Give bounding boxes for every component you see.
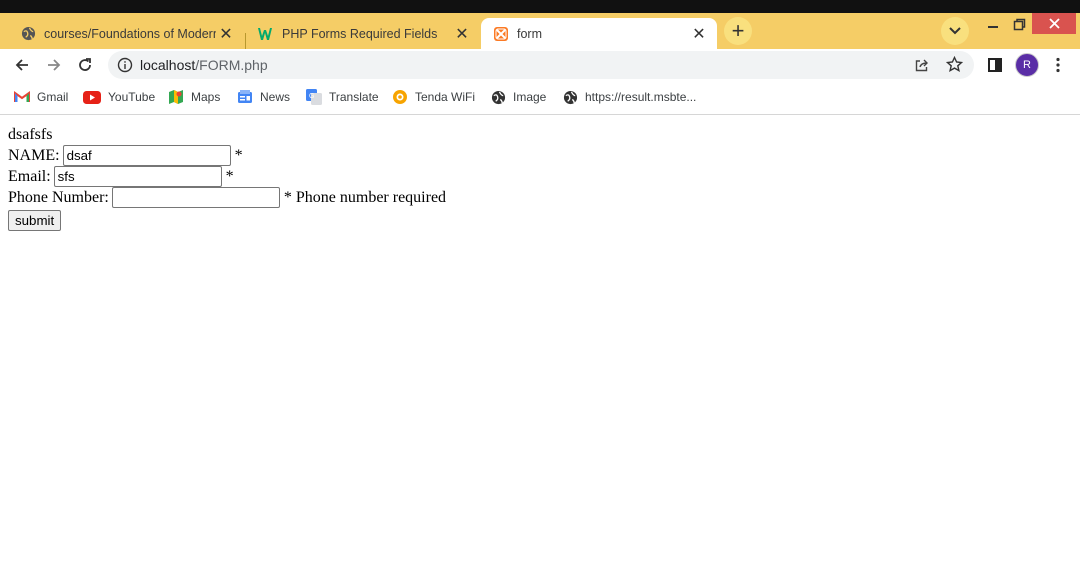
bookmark-tenda-wifi[interactable]: Tenda WiFi xyxy=(392,88,475,106)
forward-button[interactable] xyxy=(42,53,66,77)
os-top-bar xyxy=(0,0,1080,13)
tab-label: courses/Foundations of Modern Web xyxy=(44,26,216,41)
share-icon[interactable] xyxy=(914,57,930,78)
bookmark-label: Image xyxy=(513,90,547,104)
close-icon xyxy=(1048,18,1060,29)
tenda-icon xyxy=(392,89,408,105)
bookmark-label: Tenda WiFi xyxy=(415,90,476,104)
tab-search-button[interactable] xyxy=(941,17,969,45)
chevron-down-icon xyxy=(949,27,961,35)
tab-courses[interactable]: courses/Foundations of Modern Web ✕ xyxy=(8,18,244,49)
url-text: localhost/FORM.php xyxy=(140,57,268,73)
phone-input[interactable] xyxy=(111,187,280,208)
name-required-marker: * xyxy=(234,147,243,164)
bookmark-youtube[interactable]: YouTube xyxy=(83,88,155,106)
tab-strip: courses/Foundations of Modern Web ✕ PHP … xyxy=(0,13,1080,53)
youtube-icon xyxy=(83,89,101,105)
phone-row: Phone Number: * Phone number required xyxy=(8,187,446,208)
bookmark-news[interactable]: News xyxy=(237,88,290,106)
close-icon[interactable]: ✕ xyxy=(216,24,236,44)
reload-button[interactable] xyxy=(73,53,97,77)
back-button[interactable] xyxy=(10,53,34,77)
xampp-icon xyxy=(493,26,509,42)
star-icon[interactable] xyxy=(945,55,964,78)
news-icon xyxy=(237,89,253,105)
globe-icon xyxy=(562,89,578,105)
maps-icon xyxy=(168,89,184,105)
side-panel-button[interactable] xyxy=(983,53,1007,77)
profile-button[interactable]: R xyxy=(1015,53,1039,77)
bookmark-label: YouTube xyxy=(108,90,156,104)
name-input[interactable] xyxy=(62,145,231,166)
bookmark-translate[interactable]: G Translate xyxy=(306,88,379,106)
tab-label: PHP Forms Required Fields xyxy=(282,26,438,41)
restore-button[interactable] xyxy=(1008,13,1030,35)
bookmark-label: Maps xyxy=(191,90,221,104)
close-icon[interactable]: ✕ xyxy=(689,24,709,44)
page-content: dsafsfs NAME: * Email: * Phone Number: *… xyxy=(8,124,446,231)
name-row: NAME: * xyxy=(8,145,446,166)
bookmarks-bar: Gmail YouTube Maps News G Translate Tend… xyxy=(0,81,1080,115)
bookmark-label: Translate xyxy=(329,90,379,104)
phone-label: Phone Number: xyxy=(8,189,109,206)
address-bar[interactable]: localhost/FORM.php xyxy=(108,51,974,79)
close-icon[interactable]: ✕ xyxy=(452,24,472,44)
email-row: Email: * xyxy=(8,166,446,187)
email-input[interactable] xyxy=(53,166,222,187)
bookmark-label: https://result.msbte... xyxy=(585,90,697,104)
info-icon[interactable] xyxy=(117,57,133,78)
tab-php-forms[interactable]: PHP Forms Required Fields ✕ xyxy=(246,18,480,49)
svg-text:G: G xyxy=(309,93,314,100)
tab-label: form xyxy=(517,26,542,41)
globe-icon xyxy=(490,89,506,105)
minimize-button[interactable] xyxy=(982,13,1004,35)
phone-error-message: * Phone number required xyxy=(283,189,447,206)
w3schools-icon xyxy=(258,26,274,42)
bookmark-label: Gmail xyxy=(37,90,69,104)
window-close-button[interactable] xyxy=(1032,13,1076,34)
bookmark-label: News xyxy=(260,90,291,104)
submit-row: submit xyxy=(8,208,446,231)
bookmark-result-msbte[interactable]: https://result.msbte... xyxy=(562,88,696,106)
bookmark-image[interactable]: Image xyxy=(490,88,546,106)
bookmark-maps[interactable]: Maps xyxy=(168,88,220,106)
reload-icon xyxy=(79,58,91,71)
translate-icon: G xyxy=(306,89,322,105)
email-required-marker: * xyxy=(225,168,234,185)
tab-form[interactable]: form ✕ xyxy=(481,18,717,49)
arrow-left-icon xyxy=(15,59,28,71)
side-panel-icon xyxy=(988,58,1002,72)
output-text: dsafsfs xyxy=(8,126,53,143)
menu-button[interactable] xyxy=(1046,53,1070,77)
bookmark-gmail[interactable]: Gmail xyxy=(14,88,68,106)
name-label: NAME: xyxy=(8,147,60,164)
submit-button[interactable]: submit xyxy=(8,209,62,231)
minimize-icon xyxy=(988,26,998,28)
new-tab-button[interactable]: + xyxy=(724,17,752,45)
globe-icon xyxy=(20,26,36,42)
email-label: Email: xyxy=(8,168,51,185)
arrow-right-icon xyxy=(48,59,61,71)
browser-toolbar: localhost/FORM.php R xyxy=(0,49,1080,81)
avatar: R xyxy=(1015,53,1039,77)
kebab-menu-icon xyxy=(1056,57,1060,73)
gmail-icon xyxy=(14,89,30,105)
restore-icon xyxy=(1013,18,1025,30)
